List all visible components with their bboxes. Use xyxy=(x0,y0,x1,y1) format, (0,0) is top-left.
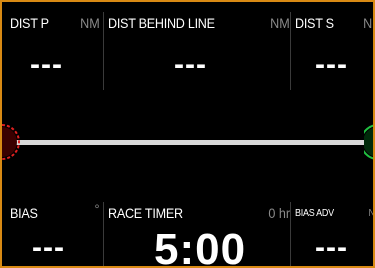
dist-s-value: --- xyxy=(315,48,348,81)
dist-p-cell[interactable]: DIST P NM --- xyxy=(2,2,102,112)
bias-adv-cell[interactable]: BIAS ADV NM --- xyxy=(291,192,375,266)
bias-adv-unit: NM xyxy=(368,208,375,219)
bias-adv-label: BIAS ADV xyxy=(295,208,334,219)
dist-p-label: DIST P xyxy=(10,15,49,31)
dist-behind-line-label: DIST BEHIND LINE xyxy=(108,15,215,31)
sailing-start-line-screen: DIST P NM --- DIST BEHIND LINE NM --- DI… xyxy=(0,0,375,268)
bias-adv-value: --- xyxy=(315,231,348,264)
dist-s-unit: NM xyxy=(363,15,373,31)
starboard-end-marker-icon[interactable] xyxy=(364,123,375,161)
port-end-marker-icon[interactable] xyxy=(0,123,28,161)
dist-behind-line-cell[interactable]: DIST BEHIND LINE NM --- xyxy=(104,2,290,112)
race-timer-value: 5:00 xyxy=(154,225,247,268)
dist-behind-line-unit: NM xyxy=(270,15,290,31)
race-timer-unit: 0 hr xyxy=(268,205,290,221)
bias-unit: ° xyxy=(94,201,100,217)
dist-s-label: DIST S xyxy=(295,15,334,31)
bias-cell[interactable]: BIAS ° --- xyxy=(2,192,102,266)
dist-p-unit: NM xyxy=(80,15,100,31)
dist-p-value: --- xyxy=(30,48,63,81)
race-timer-cell[interactable]: RACE TIMER 0 hr 5:00 xyxy=(104,192,290,268)
race-timer-label: RACE TIMER xyxy=(108,205,183,221)
bias-value: --- xyxy=(32,231,65,264)
dist-behind-line-value: --- xyxy=(174,48,207,81)
bias-label: BIAS xyxy=(10,205,38,221)
start-line xyxy=(2,140,373,145)
dist-s-cell[interactable]: DIST S NM --- xyxy=(291,2,373,112)
